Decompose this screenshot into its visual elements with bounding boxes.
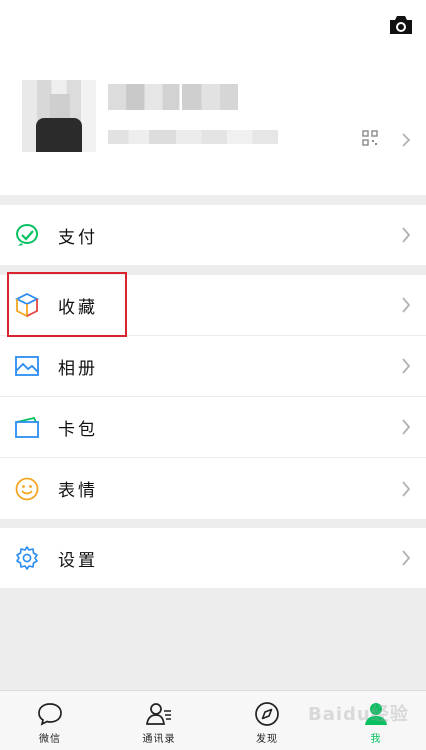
menu-item-cards[interactable]: 卡包 [0, 397, 426, 458]
avatar[interactable] [22, 80, 96, 152]
avatar-head-shape [50, 94, 70, 118]
menu-item-stickers[interactable]: 表情 [0, 458, 426, 519]
qr-code-icon[interactable] [362, 130, 378, 146]
chevron-right-icon [402, 550, 411, 566]
album-image-icon [15, 356, 39, 376]
avatar-body-shape [36, 118, 82, 152]
camera-icon[interactable] [388, 14, 414, 36]
contacts-icon [146, 703, 171, 725]
tab-label-contacts: 通讯录 [142, 734, 176, 745]
tab-label-chats: 微信 [39, 734, 61, 745]
profile-name-blurred [108, 84, 238, 110]
tab-label-me: 我 [370, 734, 382, 745]
menu-label-stickers: 表情 [58, 481, 98, 501]
tab-label-discover: 发现 [256, 734, 278, 745]
profile-header[interactable] [0, 0, 426, 195]
card-wallet-icon [15, 416, 39, 438]
tab-discover[interactable]: 发现 [232, 691, 302, 750]
chevron-right-icon [402, 419, 411, 435]
menu-label-album: 相册 [58, 358, 98, 379]
tab-chats[interactable]: 微信 [15, 691, 85, 750]
profile-id-blurred [108, 130, 278, 144]
chevron-right-icon [402, 227, 411, 243]
tab-contacts[interactable]: 通讯录 [124, 691, 194, 750]
menu-label-settings: 设置 [58, 550, 98, 571]
menu-item-pay[interactable]: 支付 [0, 205, 426, 265]
chat-bubble-icon [38, 703, 62, 726]
menu-label-pay: 支付 [58, 227, 98, 248]
pay-icon [16, 224, 39, 246]
chevron-right-icon [402, 480, 411, 497]
menu-label-cards: 卡包 [58, 419, 98, 440]
highlight-annotation-box [7, 272, 127, 337]
emoji-smile-icon [15, 477, 39, 500]
watermark-text: Baidu经验 [308, 704, 409, 725]
chevron-right-icon [402, 297, 411, 313]
compass-icon [255, 702, 279, 726]
menu-group-pay: 支付 [0, 205, 426, 265]
menu-group-settings: 设置 [0, 528, 426, 588]
settings-gear-icon [16, 546, 38, 570]
menu-item-settings[interactable]: 设置 [0, 528, 426, 588]
menu-item-album[interactable]: 相册 [0, 336, 426, 397]
chevron-right-icon[interactable] [400, 132, 412, 148]
chevron-right-icon [402, 358, 411, 374]
